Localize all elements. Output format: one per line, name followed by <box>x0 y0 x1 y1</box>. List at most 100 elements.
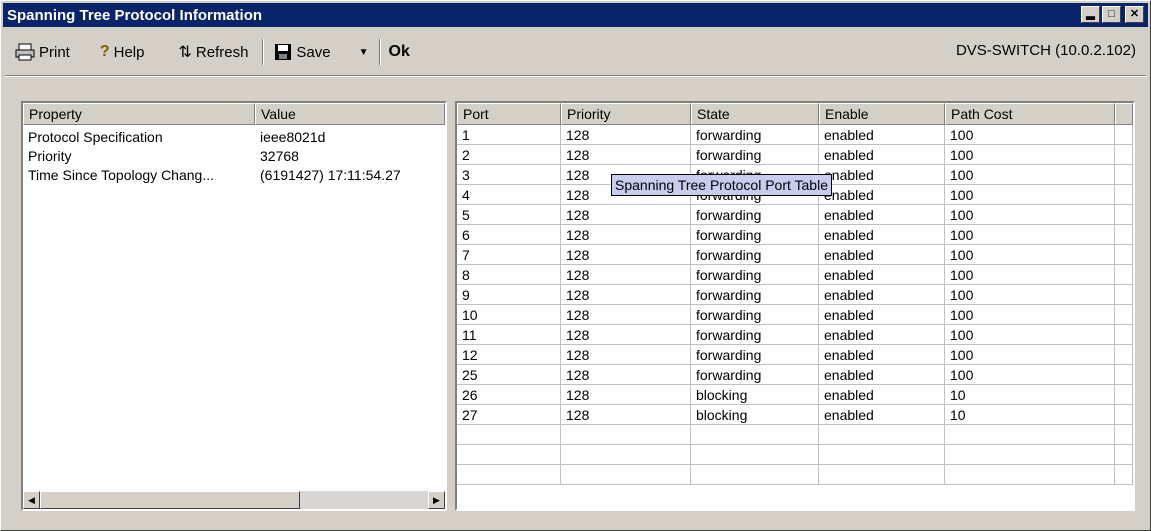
filler-cell <box>1115 465 1133 485</box>
priority-cell: 128 <box>561 125 691 145</box>
port-table-tooltip: Spanning Tree Protocol Port Table <box>611 174 832 196</box>
save-button[interactable]: Save <box>268 38 336 66</box>
floppy-disk-icon <box>275 44 292 60</box>
property-name: Priority <box>28 147 72 164</box>
filler-cell <box>1115 225 1133 245</box>
toolbar: Print ? Help ⇅ Refresh Save ▼ Ok DVS-SWI… <box>3 33 1148 71</box>
path-cost-cell: 100 <box>945 205 1115 225</box>
filler-cell <box>1115 325 1133 345</box>
path-cost-cell: 100 <box>945 185 1115 205</box>
port-table-panel: Port Priority State Enable Path Cost 1 12… <box>455 101 1135 511</box>
empty-table-row <box>457 465 1133 485</box>
enable-cell <box>819 465 945 485</box>
column-header-enable[interactable]: Enable <box>819 103 945 125</box>
priority-cell <box>561 465 691 485</box>
help-button[interactable]: ? Help <box>94 38 151 66</box>
table-row[interactable]: 10 128 forwarding enabled 100 <box>457 305 1133 325</box>
column-header-value[interactable]: Value <box>255 103 445 125</box>
scrollbar-track[interactable] <box>300 491 428 509</box>
title-bar[interactable]: Spanning Tree Protocol Information ▂ □ ✕ <box>3 3 1148 27</box>
port-cell: 5 <box>457 205 561 225</box>
state-cell: blocking <box>691 405 819 425</box>
scroll-left-button[interactable]: ◀ <box>23 491 40 509</box>
help-label: Help <box>113 43 145 61</box>
print-button[interactable]: Print <box>9 38 76 66</box>
state-cell: forwarding <box>691 205 819 225</box>
table-row[interactable]: 26 128 blocking enabled 10 <box>457 385 1133 405</box>
table-row[interactable]: 6 128 forwarding enabled 100 <box>457 225 1133 245</box>
table-row[interactable]: 9 128 forwarding enabled 100 <box>457 285 1133 305</box>
ok-button[interactable]: Ok <box>389 43 410 61</box>
table-row[interactable]: 27 128 blocking enabled 10 <box>457 405 1133 425</box>
property-value: ieee8021d <box>260 128 326 145</box>
state-cell: forwarding <box>691 305 819 325</box>
table-row[interactable]: 25 128 forwarding enabled 100 <box>457 365 1133 385</box>
state-cell: blocking <box>691 385 819 405</box>
toolbar-separator <box>262 39 265 65</box>
enable-cell <box>819 445 945 465</box>
list-item[interactable]: Protocol Specification ieee8021d <box>23 127 445 146</box>
table-row[interactable]: 2 128 forwarding enabled 100 <box>457 145 1133 165</box>
toolbar-separator <box>378 39 381 65</box>
table-row[interactable]: 5 128 forwarding enabled 100 <box>457 205 1133 225</box>
properties-header: Property Value <box>23 103 445 125</box>
property-name: Time Since Topology Chang... <box>28 166 214 183</box>
priority-cell: 128 <box>561 345 691 365</box>
filler-cell <box>1115 145 1133 165</box>
enable-cell: enabled <box>819 125 945 145</box>
filler-cell <box>1115 245 1133 265</box>
port-cell: 9 <box>457 285 561 305</box>
refresh-button[interactable]: ⇅ Refresh <box>172 38 254 66</box>
column-header-priority[interactable]: Priority <box>561 103 691 125</box>
list-item[interactable]: Priority 32768 <box>23 146 445 165</box>
priority-cell <box>561 445 691 465</box>
property-value: (6191427) 17:11:54.27 <box>260 166 401 183</box>
refresh-icon: ⇅ <box>178 44 192 61</box>
close-button[interactable]: ✕ <box>1125 6 1144 23</box>
path-cost-cell: 100 <box>945 265 1115 285</box>
enable-cell: enabled <box>819 305 945 325</box>
enable-cell: enabled <box>819 245 945 265</box>
column-header-path-cost[interactable]: Path Cost <box>945 103 1115 125</box>
enable-cell <box>819 425 945 445</box>
close-icon: ✕ <box>1129 8 1140 20</box>
path-cost-cell: 10 <box>945 385 1115 405</box>
enable-cell: enabled <box>819 265 945 285</box>
table-row[interactable]: 11 128 forwarding enabled 100 <box>457 325 1133 345</box>
property-name: Protocol Specification <box>28 128 163 145</box>
filler-cell <box>1115 305 1133 325</box>
horizontal-scrollbar[interactable]: ◀ ▶ <box>23 491 445 509</box>
minimize-icon: ▂ <box>1086 8 1095 20</box>
priority-cell: 128 <box>561 265 691 285</box>
minimize-button[interactable]: ▂ <box>1081 6 1100 23</box>
table-row[interactable]: 8 128 forwarding enabled 100 <box>457 265 1133 285</box>
window-controls: ▂ □ ✕ <box>1081 6 1144 23</box>
path-cost-cell: 100 <box>945 245 1115 265</box>
maximize-icon: □ <box>1108 8 1115 20</box>
filler-cell <box>1115 265 1133 285</box>
table-row[interactable]: 12 128 forwarding enabled 100 <box>457 345 1133 365</box>
help-icon: ? <box>99 43 110 60</box>
port-cell: 11 <box>457 325 561 345</box>
table-row[interactable]: 1 128 forwarding enabled 100 <box>457 125 1133 145</box>
spanning-tree-window: Spanning Tree Protocol Information ▂ □ ✕… <box>0 0 1151 531</box>
state-cell: forwarding <box>691 265 819 285</box>
enable-cell: enabled <box>819 405 945 425</box>
path-cost-cell <box>945 425 1115 445</box>
enable-cell: enabled <box>819 365 945 385</box>
empty-table-row <box>457 425 1133 445</box>
state-cell: forwarding <box>691 225 819 245</box>
save-dropdown-arrow-icon[interactable]: ▼ <box>359 47 369 58</box>
scroll-right-button[interactable]: ▶ <box>428 491 445 509</box>
port-cell <box>457 425 561 445</box>
port-cell: 12 <box>457 345 561 365</box>
column-header-port[interactable]: Port <box>457 103 561 125</box>
scrollbar-thumb[interactable] <box>40 491 300 509</box>
port-cell: 1 <box>457 125 561 145</box>
port-cell: 3 <box>457 165 561 185</box>
maximize-button[interactable]: □ <box>1102 6 1121 23</box>
column-header-property[interactable]: Property <box>23 103 255 125</box>
table-row[interactable]: 7 128 forwarding enabled 100 <box>457 245 1133 265</box>
column-header-state[interactable]: State <box>691 103 819 125</box>
list-item[interactable]: Time Since Topology Chang... (6191427) 1… <box>23 165 445 184</box>
